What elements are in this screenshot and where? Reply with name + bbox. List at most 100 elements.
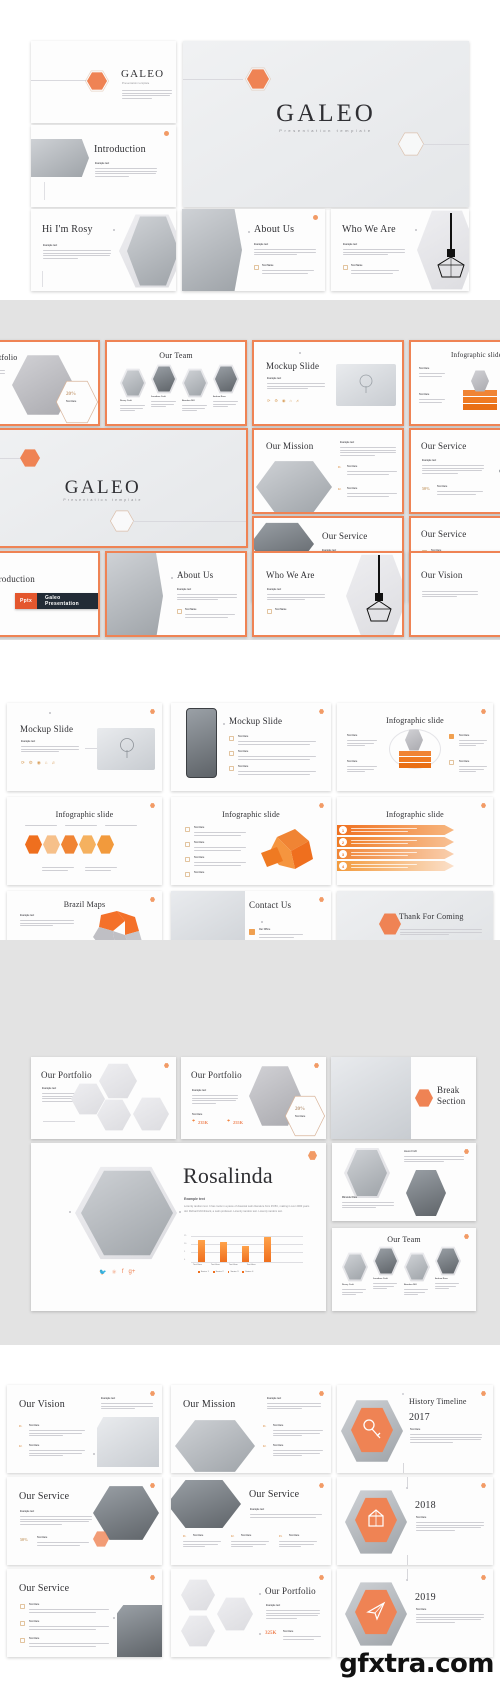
- slide-title: Our Vision: [421, 570, 463, 580]
- feature-icon: [185, 842, 190, 847]
- slide-about-us[interactable]: About Us Example text Text Name: [182, 209, 325, 291]
- info-icon: [449, 734, 454, 739]
- slide-title: Who We Are: [266, 570, 315, 580]
- slide-our-team-s4[interactable]: Our Team Rosey Croft Jonathan Croft Bran…: [332, 1228, 476, 1311]
- slide-infographic-horse[interactable]: Infographic slide Text Here Text Here Te…: [337, 703, 493, 791]
- feature-icon: [343, 265, 348, 270]
- slide-our-team-framed[interactable]: Our Team Rosey Croft Jonathan Croft Bran…: [105, 340, 247, 426]
- item-number: 01.: [338, 466, 342, 469]
- social-icons[interactable]: 🐦 ⚛ f g+: [99, 1269, 135, 1276]
- pinterest-icon[interactable]: ⚛: [111, 1269, 116, 1276]
- corner-badge: [319, 1575, 324, 1580]
- slide-who-we-are-framed[interactable]: Who We Are Example text Text Name: [252, 551, 404, 637]
- legend-label: Series 3: [230, 1271, 239, 1273]
- item-number: 01.: [263, 1425, 267, 1428]
- corner-badge: [481, 709, 486, 714]
- slide-kicker: Example text: [192, 1090, 207, 1092]
- slide-mockup-tablet[interactable]: Mockup Slide Example text ⟳ ⚙ ◉ ⌂ ♬: [7, 703, 162, 791]
- slide-our-service-s5-b[interactable]: Our Service Example text 01. Text Here 0…: [171, 1477, 331, 1565]
- feature-label: Text Name: [185, 609, 197, 611]
- slide-history-timeline-2018[interactable]: 2018 Text Here: [337, 1477, 493, 1565]
- facebook-icon[interactable]: f: [122, 1269, 124, 1276]
- bar: [264, 1237, 271, 1262]
- team-member-name: Andrea Rose: [213, 396, 226, 398]
- feature-icon: [229, 766, 234, 771]
- home-icon: ⌂: [44, 760, 48, 765]
- slide-history-timeline-2019[interactable]: 2019 Text Here: [337, 1569, 493, 1657]
- slide-infographic-hexes[interactable]: Infographic slide: [7, 797, 162, 885]
- pptx-badge: Pptx Galeo Presentation: [15, 593, 98, 609]
- twitter-icon[interactable]: 🐦: [99, 1269, 106, 1276]
- mission-photo: [175, 1420, 255, 1472]
- slide-title: Contact Us: [249, 900, 292, 910]
- slide-our-service-s5-c[interactable]: Our Service Text Here Text Here Text Her…: [7, 1569, 162, 1657]
- pen-photo: [31, 139, 89, 177]
- slide-mockup-framed[interactable]: Mockup Slide Example text ⟳ ⚙ ◉ ⌂ ♬: [252, 340, 404, 426]
- x-tick: Text Here: [210, 1264, 220, 1266]
- team-member-name: Andrea Rose: [435, 1278, 448, 1280]
- person-icon: ☂: [227, 1119, 231, 1123]
- slide-kicker: Example text: [42, 1088, 57, 1090]
- numbered-arrow-list: 1 2 3 4: [337, 825, 454, 871]
- slide-our-service-s5-a[interactable]: Our Service Example text 50% Text Here: [7, 1477, 162, 1565]
- corner-badge: [481, 1575, 486, 1580]
- corner-badge: [481, 1483, 486, 1488]
- corner-badge: [164, 131, 169, 136]
- timeline-year: 2019: [415, 1592, 436, 1603]
- item-label: Text Here: [37, 1537, 48, 1539]
- info-label: Text Here: [347, 761, 358, 763]
- slide-title: Infographic slide: [386, 716, 444, 725]
- slide-title: Infographic slide: [386, 810, 444, 819]
- slide-galeo-cover-small[interactable]: GALEO Presentation template: [31, 41, 176, 123]
- slide-our-vision-s5[interactable]: Our Vision Example text 01. Text Here 02…: [7, 1385, 162, 1473]
- slide-kicker: Example text: [20, 915, 35, 917]
- badge-format: Pptx: [15, 593, 38, 609]
- info-label: Text Here: [459, 761, 470, 763]
- slide-introduction[interactable]: Introduction Example text: [31, 125, 176, 207]
- hero-subtitle: Presentation template: [63, 498, 143, 502]
- item-label: Text Here: [194, 842, 205, 844]
- slide-our-portfolio-s5[interactable]: Our Portfolio Example text 325K Text Her…: [171, 1569, 331, 1657]
- item-label: Text Here: [193, 1535, 204, 1537]
- slide-galeo-hero[interactable]: GALEO Presentation template: [183, 41, 469, 207]
- step-number: 1: [339, 826, 347, 834]
- slide-infographic-arrows[interactable]: Infographic slide 1 2 3 4: [337, 797, 493, 885]
- info-label: Text Here: [459, 735, 470, 737]
- slide-introduction-framed[interactable]: Introduction Pptx Galeo Presentation: [0, 551, 100, 637]
- chart-legend: Series 1 Series 2 Series 3 Series 4: [198, 1271, 253, 1273]
- slide-profiles[interactable]: Jason Croft Miranda Olies: [332, 1143, 476, 1221]
- slide-mockup-phone[interactable]: Mockup Slide Text Here Text Here Text He…: [171, 703, 331, 791]
- icon-row: ⟳ ⚙ ◉ ⌂ ♬: [267, 398, 300, 403]
- corner-badge: [319, 709, 324, 714]
- slide-kicker: Example text: [266, 1605, 281, 1607]
- x-tick: Text Here: [228, 1264, 238, 1266]
- slide-our-mission-s5[interactable]: Our Mission Example text 01. Text Here 0…: [171, 1385, 331, 1473]
- slide-infographic-framed[interactable]: Infographic slide Text Here Text Here: [409, 340, 500, 426]
- slide-break-section[interactable]: Break Section: [331, 1057, 476, 1139]
- slide-history-timeline-2017[interactable]: History Timeline 2017 Text Here: [337, 1385, 493, 1473]
- home-icon: ⌂: [289, 398, 292, 403]
- slide-our-service-1-framed[interactable]: Our Service Example text 50% Text Here: [409, 428, 500, 514]
- slide-infographic-puzzle[interactable]: Infographic slide Text Here Text Here Te…: [171, 797, 331, 885]
- service-photo: [171, 1480, 241, 1528]
- feature-icon: [254, 265, 259, 270]
- slide-our-vision-framed[interactable]: Our Vision: [409, 551, 500, 637]
- feature-label: Text Name: [351, 265, 363, 267]
- feature-icon: [185, 857, 190, 862]
- slide-portfolio-framed[interactable]: Our Portfolio 235K 20% Text Here: [0, 340, 100, 426]
- slide-about-us-framed[interactable]: About Us Example text Text Name: [105, 551, 247, 637]
- corner-badge: [319, 1391, 324, 1396]
- info-label: Text Here: [347, 735, 358, 737]
- slide-our-mission-framed[interactable]: Our Mission Example text 01. Text Here 0…: [252, 428, 404, 514]
- slide-hi-im-rosy[interactable]: Hi I'm Rosy Example text: [31, 209, 176, 291]
- slide-galeo-hero-framed[interactable]: GALEO Presentation template: [0, 428, 248, 548]
- google-plus-icon[interactable]: g+: [129, 1269, 136, 1276]
- slide-rosalinda[interactable]: 🐦 ⚛ f g+ Rosalinda Example text Loremly …: [31, 1143, 326, 1311]
- gear-icon: ⚙: [274, 398, 278, 403]
- typewriter-photo: [331, 1057, 411, 1139]
- item-label: Text Here: [238, 736, 249, 738]
- slide-portfolio-objects[interactable]: Our Portfolio Example text: [31, 1057, 176, 1139]
- slide-portfolio-stats[interactable]: Our Portfolio Example text Text Here ☂ 2…: [181, 1057, 326, 1139]
- slide-who-we-are[interactable]: Who We Are Example text Text Name: [331, 209, 469, 291]
- slide-title: Infographic slide: [55, 810, 114, 819]
